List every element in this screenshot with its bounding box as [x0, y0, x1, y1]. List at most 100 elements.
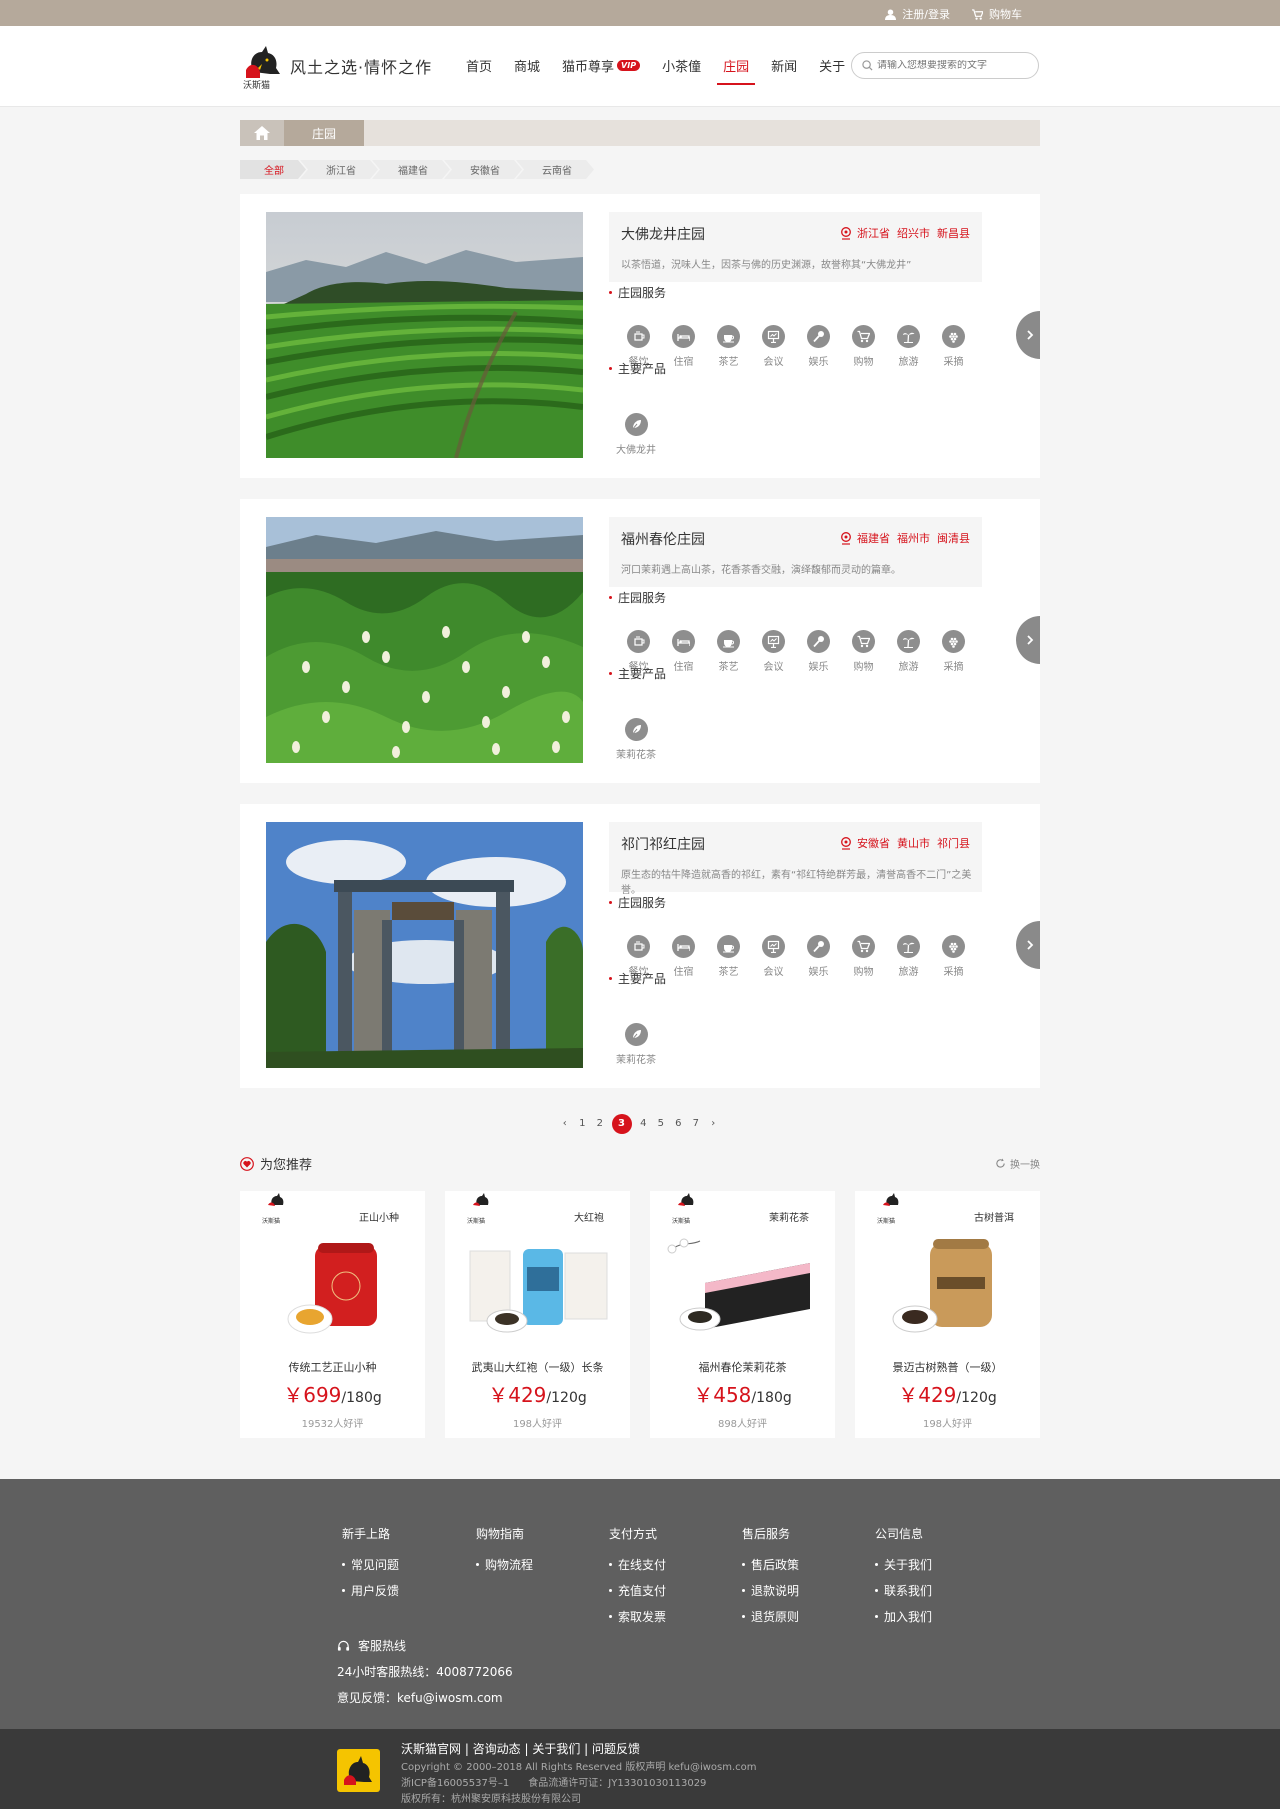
service-presentation[interactable]: 会议: [751, 630, 796, 673]
next-page-icon[interactable]: ›: [705, 1114, 723, 1134]
search-input[interactable]: [877, 60, 1027, 71]
microphone-icon: [807, 935, 830, 958]
service-palm-tree[interactable]: 旅游: [886, 630, 931, 673]
nav-news[interactable]: 新闻: [771, 56, 797, 85]
estate-name[interactable]: 大佛龙井庄园: [621, 224, 705, 244]
login-link[interactable]: 注册/登录: [885, 6, 950, 22]
bottom-links[interactable]: 沃斯猫官网 | 咨询动态 | 关于我们 | 问题反馈: [401, 1740, 640, 1757]
nav-estate[interactable]: 庄园: [717, 56, 756, 85]
filter-fujian[interactable]: 福建省: [372, 160, 450, 179]
page-3-current[interactable]: 3: [611, 1114, 632, 1134]
estate-info: 祁门祁红庄园 安徽省 黄山市 祁门县 原生态的牯牛降造就高香的祁红，素有“祁红特绝群…: [609, 822, 982, 896]
product-card[interactable]: 沃斯猫 正山小种 传统工艺正山小种 ￥699/180g 19532人好评: [240, 1191, 425, 1438]
pagination: ‹ 1 2 3 4 5 6 7 ›: [556, 1114, 722, 1134]
next-arrow-button[interactable]: [1016, 311, 1040, 359]
estate-name[interactable]: 福州春伦庄园: [621, 529, 705, 549]
footer-link[interactable]: 售后政策: [742, 1556, 799, 1573]
filter-zhejiang[interactable]: 浙江省: [300, 160, 378, 179]
prev-page-icon[interactable]: ‹: [556, 1114, 574, 1134]
page-2[interactable]: 2: [591, 1114, 609, 1134]
product-card[interactable]: 沃斯猫 茉莉花茶 福州春伦茉莉花茶 ￥458/180g 898人好评: [650, 1191, 835, 1438]
next-arrow-button[interactable]: [1016, 616, 1040, 664]
page-7[interactable]: 7: [687, 1114, 705, 1134]
footer-link[interactable]: 退款说明: [742, 1582, 799, 1599]
estate-location: 安徽省 黄山市 祁门县: [840, 835, 970, 851]
service-label: 购物: [853, 967, 874, 978]
service-palm-tree[interactable]: 旅游: [886, 935, 931, 978]
service-palm-tree[interactable]: 旅游: [886, 325, 931, 368]
page-4[interactable]: 4: [635, 1114, 653, 1134]
nav-home[interactable]: 首页: [466, 56, 492, 85]
service-grapes[interactable]: 采摘: [931, 630, 976, 673]
palm-tree-icon: [897, 935, 920, 958]
product-label: 茉莉花茶: [616, 750, 656, 761]
product-price: ￥458/180g: [693, 1383, 792, 1407]
service-microphone[interactable]: 娱乐: [796, 630, 841, 673]
feedback-email[interactable]: 意见反馈：kefu@iwosm.com: [337, 1685, 513, 1711]
product-name[interactable]: 武夷山大红袍（一级）长条: [445, 1359, 630, 1375]
top-bar: 注册/登录 购物车: [0, 0, 1280, 26]
page-5[interactable]: 5: [652, 1114, 670, 1134]
product-name[interactable]: 福州春伦茉莉花茶: [650, 1359, 835, 1375]
service-tea-cup[interactable]: 茶艺: [706, 630, 751, 673]
service-presentation[interactable]: 会议: [751, 935, 796, 978]
service-presentation[interactable]: 会议: [751, 325, 796, 368]
footer-link[interactable]: 退货原则: [742, 1608, 799, 1625]
main-product[interactable]: 茉莉花茶: [616, 1023, 656, 1066]
service-tea-cup[interactable]: 茶艺: [706, 325, 751, 368]
grapes-icon: [942, 325, 965, 348]
cart-icon: [852, 325, 875, 348]
service-tea-cup[interactable]: 茶艺: [706, 935, 751, 978]
service-cart[interactable]: 购物: [841, 935, 886, 978]
grapes-icon: [942, 935, 965, 958]
product-card[interactable]: 沃斯猫 古树普洱 景迈古树熟普（一级） ￥429/120g 198人好评: [855, 1191, 1040, 1438]
product-brand: 沃斯猫: [262, 1218, 281, 1225]
page-6[interactable]: 6: [670, 1114, 688, 1134]
hotline-block: 客服热线 24小时客服热线：4008772066 意见反馈：kefu@iwosm…: [337, 1633, 513, 1711]
service-grapes[interactable]: 采摘: [931, 935, 976, 978]
service-cart[interactable]: 购物: [841, 325, 886, 368]
product-name[interactable]: 景迈古树熟普（一级）: [855, 1359, 1040, 1375]
footer-link[interactable]: 关于我们: [875, 1556, 932, 1573]
filter-yunnan[interactable]: 云南省: [516, 160, 594, 179]
copyright-block: Copyright © 2000–2018 All Rights Reserve…: [401, 1760, 757, 1808]
cart-link[interactable]: 购物车: [972, 6, 1022, 22]
product-name[interactable]: 传统工艺正山小种: [240, 1359, 425, 1375]
product-card[interactable]: 沃斯猫 大红袍 武夷山大红袍（一级）长条 ￥429/120g 198人好评: [445, 1191, 630, 1438]
search-box[interactable]: [851, 52, 1039, 79]
footer-link[interactable]: 索取发票: [609, 1608, 666, 1625]
breadcrumb-home[interactable]: [240, 120, 284, 146]
service-bed[interactable]: 住宿: [661, 630, 706, 673]
main-product[interactable]: 茉莉花茶: [616, 718, 656, 761]
footer-link[interactable]: 加入我们: [875, 1608, 932, 1625]
footer-link[interactable]: 联系我们: [875, 1582, 932, 1599]
estate-photo[interactable]: [266, 822, 583, 1068]
filter-all[interactable]: 全部: [240, 160, 306, 179]
service-cart[interactable]: 购物: [841, 630, 886, 673]
recommend-title: 为您推荐: [240, 1154, 312, 1173]
main-product[interactable]: 大佛龙井: [616, 413, 656, 456]
brand-logo[interactable]: 沃斯猫: [240, 40, 286, 91]
next-arrow-button[interactable]: [1016, 921, 1040, 969]
service-microphone[interactable]: 娱乐: [796, 325, 841, 368]
nav-coin-vip[interactable]: 猫币尊享 VIP: [562, 56, 641, 85]
estate-photo[interactable]: [266, 212, 583, 458]
footer-link[interactable]: 充值支付: [609, 1582, 666, 1599]
icp-text: 浙ICP备16005537号–1 食品流通许可证：JY1330103011302…: [401, 1778, 707, 1789]
service-microphone[interactable]: 娱乐: [796, 935, 841, 978]
nav-mall[interactable]: 商城: [514, 56, 540, 85]
estate-name[interactable]: 祁门祁红庄园: [621, 834, 705, 854]
estate-photo[interactable]: [266, 517, 583, 763]
page-1[interactable]: 1: [574, 1114, 592, 1134]
service-grapes[interactable]: 采摘: [931, 325, 976, 368]
footer-link[interactable]: 常见问题: [342, 1556, 399, 1573]
footer-link[interactable]: 用户反馈: [342, 1582, 399, 1599]
nav-tea-boy[interactable]: 小茶僮: [662, 56, 701, 85]
service-bed[interactable]: 住宿: [661, 325, 706, 368]
footer-link[interactable]: 在线支付: [609, 1556, 666, 1573]
nav-about[interactable]: 关于: [819, 56, 845, 85]
service-bed[interactable]: 住宿: [661, 935, 706, 978]
footer-link[interactable]: 购物流程: [476, 1556, 533, 1573]
refresh-button[interactable]: 换一换: [995, 1156, 1040, 1171]
filter-anhui[interactable]: 安徽省: [444, 160, 522, 179]
